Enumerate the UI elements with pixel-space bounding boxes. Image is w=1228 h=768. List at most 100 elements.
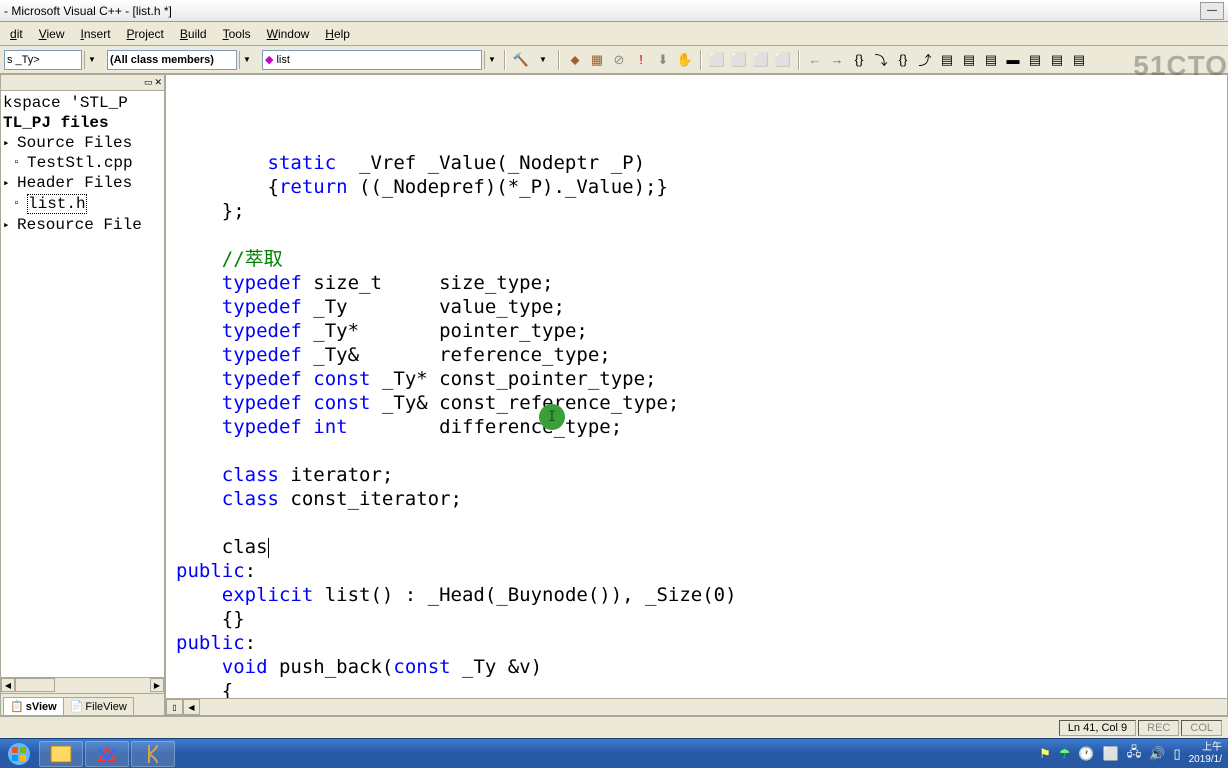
tool-icon[interactable]: ▤: [1047, 50, 1067, 70]
time-period: 上午: [1202, 742, 1222, 754]
tree-node[interactable]: ▸Resource File: [3, 215, 162, 235]
code-text: {}: [176, 608, 245, 630]
tray-icon[interactable]: ⚑: [1039, 746, 1051, 762]
workspace-root[interactable]: kspace 'STL_P: [3, 93, 162, 113]
keyword: typedef: [222, 272, 302, 294]
tree-node[interactable]: ▫list.h: [3, 193, 162, 215]
tab-classview[interactable]: 📋 sView: [3, 697, 64, 715]
execute-icon[interactable]: !: [631, 50, 651, 70]
menu-insert[interactable]: Insert: [73, 24, 119, 44]
cursor-marker-icon: I: [539, 404, 565, 430]
code-line: {return ((_Nodepref)(*_P)._Value);}: [176, 175, 1217, 199]
code-text: };: [176, 200, 245, 222]
code-text: [302, 392, 313, 414]
forward-icon[interactable]: →: [827, 50, 847, 70]
nav-icon[interactable]: ⬜: [729, 50, 749, 70]
nav-icon[interactable]: ⬜: [773, 50, 793, 70]
back-icon[interactable]: ←: [805, 50, 825, 70]
tray-icon[interactable]: 🕐: [1078, 746, 1094, 762]
stop-build-icon[interactable]: ⊘: [609, 50, 629, 70]
debug-icon[interactable]: ⤵: [871, 50, 891, 70]
network-icon[interactable]: 🖧: [1127, 743, 1142, 765]
debug-icon[interactable]: {}: [849, 50, 869, 70]
debug-icon[interactable]: ⤴: [915, 50, 935, 70]
tab-fileview[interactable]: 📄 FileView: [63, 697, 134, 715]
scroll-thumb[interactable]: [15, 678, 55, 692]
nav-icon[interactable]: ⬜: [751, 50, 771, 70]
code-text: difference_type;: [348, 416, 623, 438]
editor-hscroll[interactable]: ▯ ◀: [166, 698, 1227, 715]
code-line: explicit list() : _Head(_Buynode()), _Si…: [176, 583, 1217, 607]
build-icon[interactable]: ▦: [587, 50, 607, 70]
keyword: static: [268, 152, 337, 174]
menu-dit[interactable]: dit: [2, 24, 31, 44]
build-icon[interactable]: ⬥: [565, 50, 585, 70]
scroll-left-icon[interactable]: ◀: [183, 699, 200, 715]
tree-node[interactable]: ▸Source Files: [3, 133, 162, 153]
dropdown-arrow-icon[interactable]: ▼: [84, 51, 99, 69]
menu-view[interactable]: View: [31, 24, 73, 44]
menu-help[interactable]: Help: [317, 24, 358, 44]
go-icon[interactable]: ⬇: [653, 50, 673, 70]
minimize-button[interactable]: —: [1200, 2, 1224, 20]
code-text: ((_Nodepref)(*_P)._Value);}: [348, 176, 668, 198]
code-editor[interactable]: I static _Vref _Value(_Nodeptr _P) {retu…: [166, 75, 1227, 698]
keyword: public: [176, 632, 245, 654]
menu-build[interactable]: Build: [172, 24, 215, 44]
code-text: [176, 272, 222, 294]
app-icon: [145, 743, 161, 765]
code-text: _Ty& reference_type;: [302, 344, 611, 366]
keyword: return: [279, 176, 348, 198]
scroll-right-icon[interactable]: ▶: [150, 678, 164, 692]
dropdown-arrow-icon[interactable]: ▼: [239, 51, 254, 69]
tool-icon[interactable]: ▤: [981, 50, 1001, 70]
close-icon[interactable]: ✕: [154, 77, 162, 88]
menu-tools[interactable]: Tools: [215, 24, 259, 44]
code-text: _Ty& const_reference_type;: [371, 392, 680, 414]
tool-icon[interactable]: ▤: [1025, 50, 1045, 70]
tray-icon[interactable]: ⬜: [1103, 746, 1119, 762]
editor-area: I static _Vref _Value(_Nodeptr _P) {retu…: [165, 74, 1228, 716]
taskbar-item[interactable]: [131, 741, 175, 767]
breakpoint-icon[interactable]: ✋: [675, 50, 695, 70]
dropdown-arrow-icon[interactable]: ▼: [484, 51, 499, 69]
code-text: [176, 368, 222, 390]
workspace-project[interactable]: TL_PJ files: [3, 113, 162, 133]
code-text: iterator;: [279, 464, 393, 486]
dropdown-icon[interactable]: ▼: [533, 50, 553, 70]
function-combo-text: list: [276, 54, 289, 66]
tree-node[interactable]: ▸Header Files: [3, 173, 162, 193]
code-line: typedef _Ty* pointer_type;: [176, 319, 1217, 343]
debug-icon[interactable]: {}: [893, 50, 913, 70]
class-combo[interactable]: s _Ty>: [4, 50, 82, 70]
code-line: //萃取: [176, 247, 1217, 271]
keyword: const: [313, 392, 370, 414]
tray-icon[interactable]: ▯: [1173, 746, 1180, 762]
taskbar-clock[interactable]: 上午 2019/1/: [1189, 742, 1222, 766]
volume-icon[interactable]: 🔊: [1149, 746, 1165, 762]
tree-node[interactable]: ▫TestStl.cpp: [3, 153, 162, 173]
dock-icon[interactable]: ▭: [144, 77, 153, 88]
status-bar: Ln 41, Col 9 REC COL: [0, 716, 1228, 738]
nav-icon[interactable]: ⬜: [707, 50, 727, 70]
tool-icon[interactable]: ▬: [1003, 50, 1023, 70]
tree-label: Source Files: [17, 134, 132, 152]
scroll-split-icon[interactable]: ▯: [166, 699, 183, 715]
menu-project[interactable]: Project: [119, 24, 172, 44]
start-button[interactable]: [0, 740, 38, 768]
workspace-hscroll[interactable]: ◀ ▶: [1, 677, 164, 693]
menu-window[interactable]: Window: [259, 24, 318, 44]
tool-icon[interactable]: ▤: [1069, 50, 1089, 70]
workspace-tree[interactable]: kspace 'STL_PTL_PJ files▸Source Files▫Te…: [1, 91, 164, 677]
code-line: void push_back(const _Ty &v): [176, 655, 1217, 679]
function-combo[interactable]: ◆ list: [262, 50, 482, 70]
tray-icon[interactable]: ☂: [1059, 746, 1071, 762]
taskbar-item[interactable]: [85, 741, 129, 767]
wizard-icon[interactable]: 🔨: [511, 50, 531, 70]
members-combo[interactable]: (All class members): [107, 50, 237, 70]
taskbar-item[interactable]: [39, 741, 83, 767]
tool-icon[interactable]: ▤: [937, 50, 957, 70]
scroll-left-icon[interactable]: ◀: [1, 678, 15, 692]
tool-icon[interactable]: ▤: [959, 50, 979, 70]
separator: [504, 50, 506, 70]
